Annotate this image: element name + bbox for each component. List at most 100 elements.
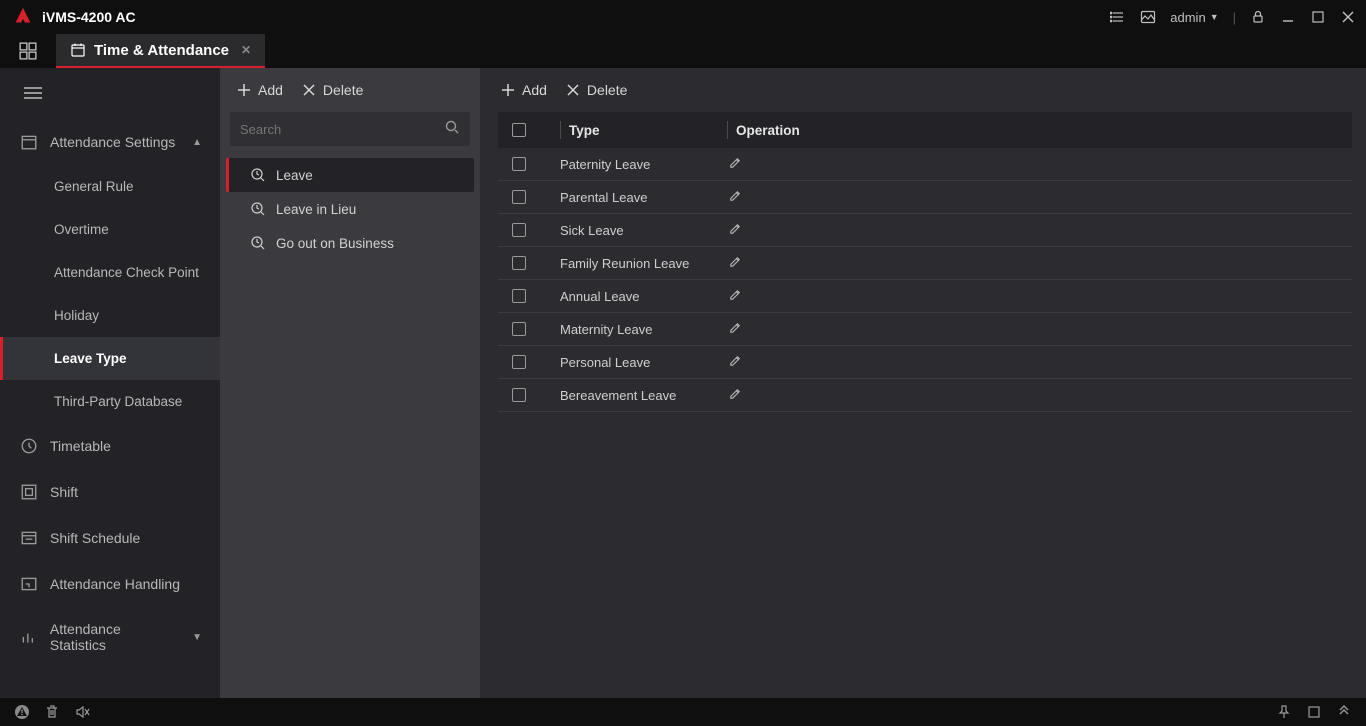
row-type-label: Family Reunion Leave [560,256,728,271]
schedule-icon [20,529,38,547]
category-delete-button[interactable]: Delete [301,82,363,98]
chevron-down-icon: ▼ [192,632,202,643]
edit-button[interactable] [728,353,743,371]
select-all-checkbox[interactable] [512,123,526,137]
category-item-go-out-on-business[interactable]: Go out on Business [226,226,474,260]
row-type-label: Paternity Leave [560,157,728,172]
plus-icon [236,82,252,98]
close-icon[interactable] [1340,9,1356,25]
expand-up-icon[interactable] [1336,704,1352,720]
tab-close-icon[interactable]: ✕ [241,43,251,57]
titlebar: iVMS-4200 AC admin ▼ | [0,0,1366,34]
row-checkbox[interactable] [512,190,526,204]
header-operation: Operation [736,123,800,138]
row-checkbox[interactable] [512,322,526,336]
mute-icon[interactable] [74,704,90,720]
table-row: Sick Leave [498,214,1352,247]
sidebar-item-timetable[interactable]: Timetable [0,423,220,469]
maximize-icon[interactable] [1310,9,1326,25]
x-icon [301,82,317,98]
clock-search-icon [250,235,266,251]
sidebar-item-shift[interactable]: Shift [0,469,220,515]
category-item-leave-in-lieu[interactable]: Leave in Lieu [226,192,474,226]
search-icon [444,119,460,140]
plus-icon [500,82,516,98]
chevron-down-icon: ▼ [1210,12,1219,22]
header-type: Type [569,123,719,138]
edit-button[interactable] [728,386,743,404]
row-checkbox[interactable] [512,388,526,402]
pin-icon[interactable] [1276,704,1292,720]
user-label: admin [1170,10,1205,25]
category-add-button[interactable]: Add [236,82,283,98]
sidebar: Attendance Settings ▲ General Rule Overt… [0,68,220,698]
sidebar-group-attendance-settings[interactable]: Attendance Settings ▲ [0,119,220,165]
category-item-leave[interactable]: Leave [226,158,474,192]
table-row: Paternity Leave [498,148,1352,181]
calendar-icon [20,133,38,151]
sidebar-group-label: Attendance Settings [50,134,175,150]
user-menu[interactable]: admin ▼ [1170,10,1218,25]
leave-type-table: Type Operation Paternity Leave Parental L… [498,112,1352,412]
sidebar-item-attendance-check-point[interactable]: Attendance Check Point [0,251,220,294]
sidebar-item-overtime[interactable]: Overtime [0,208,220,251]
table-row: Parental Leave [498,181,1352,214]
edit-button[interactable] [728,155,743,173]
image-icon[interactable] [1140,9,1156,25]
edit-button[interactable] [728,188,743,206]
tab-time-attendance[interactable]: Time & Attendance ✕ [56,34,265,68]
content-toolbar: Add Delete [480,68,1366,112]
row-type-label: Maternity Leave [560,322,728,337]
row-type-label: Sick Leave [560,223,728,238]
content-panel: Add Delete Type Operation Paternity Leav… [480,68,1366,698]
tab-label: Time & Attendance [94,42,229,59]
calendar-icon [70,42,86,58]
category-panel: Add Delete Leave Leave in Lieu Go out on… [220,68,480,698]
row-checkbox[interactable] [512,157,526,171]
table-row: Personal Leave [498,346,1352,379]
edit-button[interactable] [728,287,743,305]
list-icon[interactable] [1110,9,1126,25]
row-checkbox[interactable] [512,355,526,369]
edit-button[interactable] [728,254,743,272]
sidebar-item-attendance-statistics[interactable]: Attendance Statistics ▼ [0,607,220,667]
clock-icon [20,437,38,455]
row-type-label: Annual Leave [560,289,728,304]
lock-icon[interactable] [1250,9,1266,25]
titlebar-controls: admin ▼ | [1110,9,1356,25]
table-row: Maternity Leave [498,313,1352,346]
row-checkbox[interactable] [512,256,526,270]
sidebar-item-shift-schedule[interactable]: Shift Schedule [0,515,220,561]
app-logo [12,6,34,28]
handling-icon [20,575,38,593]
sidebar-item-third-party-database[interactable]: Third-Party Database [0,380,220,423]
separator: | [1233,10,1236,25]
sidebar-item-leave-type[interactable]: Leave Type [0,337,220,380]
search-input[interactable] [240,122,444,137]
x-icon [565,82,581,98]
category-search[interactable] [230,112,470,146]
sidebar-item-attendance-handling[interactable]: Attendance Handling [0,561,220,607]
sidebar-toggle[interactable] [0,82,220,119]
shift-icon [20,483,38,501]
window-icon[interactable] [1306,704,1322,720]
sidebar-item-holiday[interactable]: Holiday [0,294,220,337]
sidebar-item-general-rule[interactable]: General Rule [0,165,220,208]
row-add-button[interactable]: Add [500,82,547,98]
trash-icon[interactable] [44,704,60,720]
row-delete-button[interactable]: Delete [565,82,627,98]
row-type-label: Personal Leave [560,355,728,370]
row-type-label: Bereavement Leave [560,388,728,403]
edit-button[interactable] [728,320,743,338]
row-type-label: Parental Leave [560,190,728,205]
row-checkbox[interactable] [512,289,526,303]
statistics-icon [20,628,38,646]
minimize-icon[interactable] [1280,9,1296,25]
edit-button[interactable] [728,221,743,239]
apps-grid-button[interactable] [14,34,42,68]
row-checkbox[interactable] [512,223,526,237]
alert-icon[interactable] [14,704,30,720]
clock-search-icon [250,201,266,217]
table-row: Family Reunion Leave [498,247,1352,280]
app-title: iVMS-4200 AC [42,9,136,25]
